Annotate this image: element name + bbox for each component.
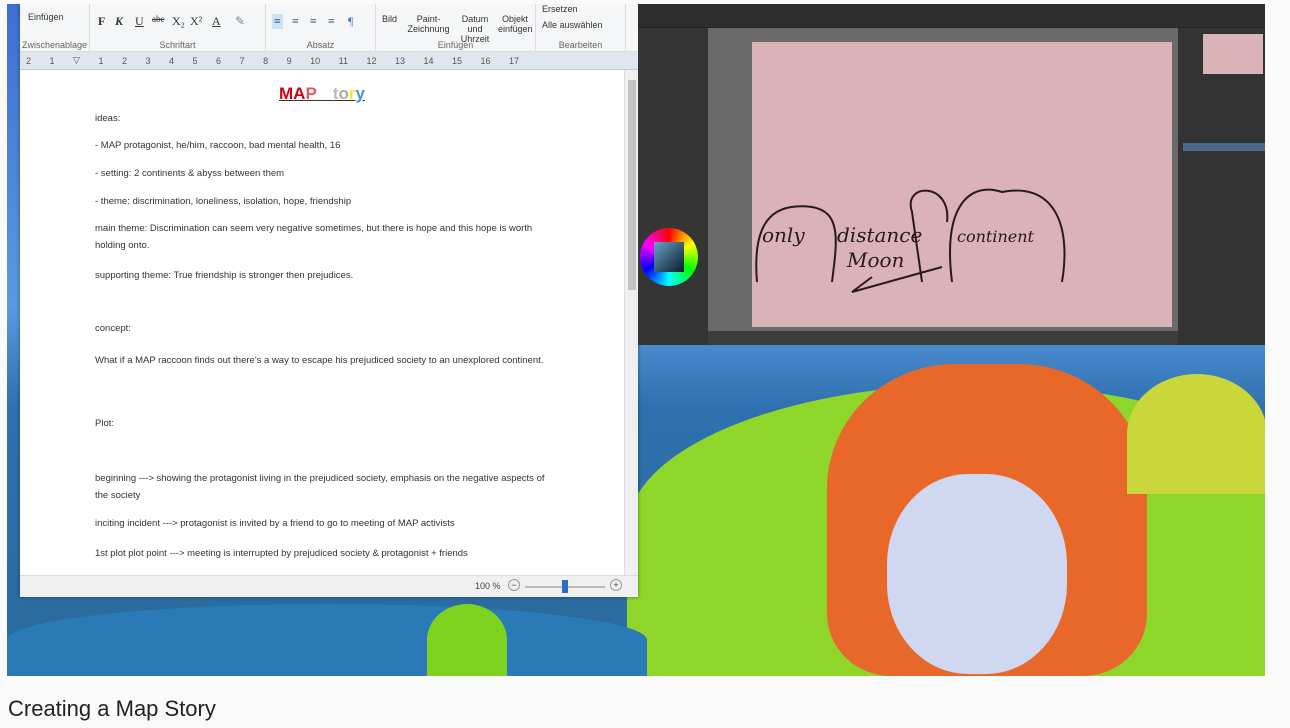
color-wheel[interactable] — [640, 228, 698, 286]
water — [7, 604, 647, 676]
ruler-mark: 2 — [121, 55, 127, 66]
group-label: Einfügen — [437, 40, 474, 50]
group-label: Bearbeiten — [558, 40, 603, 50]
tool-panel — [638, 28, 708, 345]
fox-face — [887, 474, 1067, 674]
strikethrough-button[interactable]: abc — [152, 14, 165, 24]
scrollbar-thumb[interactable] — [628, 80, 636, 290]
ruler-mark: 15 — [452, 55, 463, 66]
align-right-icon[interactable]: ≡ — [310, 14, 317, 29]
video-caption[interactable]: Creating a Map Story — [8, 696, 216, 722]
ruler-mark: 7 — [239, 55, 245, 66]
document-paragraph: What if a MAP raccoon finds out there's … — [95, 355, 544, 366]
paragraph-group: ≡ ≡ ≡ ≡ ¶ Absatz — [266, 4, 376, 52]
ruler-mark: 14 — [423, 55, 434, 66]
ruler-mark: 6 — [216, 55, 222, 66]
paint-drawing-button[interactable]: Paint-Zeichnung — [406, 14, 451, 34]
document-paragraph: concept: — [95, 323, 131, 334]
highlight-icon[interactable]: ✎ — [235, 14, 245, 29]
align-left-icon[interactable]: ≡ — [272, 14, 283, 29]
sketch-word: distance — [837, 223, 922, 247]
edit-group: Ersetzen Alle auswählen Bearbeiten — [536, 4, 626, 52]
insert-object-button[interactable]: Objekt einfügen — [498, 14, 533, 34]
document-title: MAP Story — [278, 84, 366, 103]
zoom-out-button[interactable]: − — [508, 579, 520, 591]
clipboard-group: Einfügen Zwischenablage — [20, 4, 90, 52]
document-paragraph: beginning ---> showing the protagonist l… — [95, 473, 545, 501]
navigator-preview — [1203, 34, 1263, 74]
sketch-word: Moon — [846, 248, 904, 272]
ruler-mark: 2 — [26, 55, 32, 66]
document-paragraph: - MAP protagonist, he/him, raccoon, bad … — [95, 140, 341, 151]
sketch-word: continent — [957, 227, 1035, 246]
picture-button[interactable]: Bild — [382, 14, 397, 24]
ruler-mark: 11 — [338, 55, 348, 66]
video-thumbnail[interactable]: Einfügen Zwischenablage F K U abc X₂ X² … — [7, 4, 1265, 676]
underline-button[interactable]: U — [135, 14, 144, 29]
tree — [1127, 374, 1265, 494]
ruler-mark: ▽ — [73, 55, 80, 65]
document-body[interactable]: MAP Story ideas: - MAP protagonist, he/hi… — [20, 70, 624, 575]
italic-button[interactable]: K — [115, 14, 123, 29]
ruler-mark: 9 — [286, 55, 292, 66]
font-group: F K U abc X₂ X² A ✎ Schriftart — [90, 4, 266, 52]
ribbon: Einfügen Zwischenablage F K U abc X₂ X² … — [20, 4, 638, 52]
vertical-scrollbar[interactable] — [624, 70, 638, 575]
ruler-mark: 1 — [98, 55, 104, 66]
ruler-mark: 3 — [145, 55, 151, 66]
ruler-mark: 16 — [480, 55, 491, 66]
subscript-button[interactable]: X₂ — [172, 14, 185, 29]
ruler-mark: 4 — [169, 55, 175, 66]
sketch: only distance continent Moon — [755, 188, 1066, 293]
drawing-toolbar — [638, 4, 1265, 28]
sketch-word: only — [762, 223, 805, 247]
status-bar: 100 % − + — [20, 575, 638, 597]
ruler-mark: 12 — [366, 55, 377, 66]
layer-row-selected[interactable] — [1183, 143, 1265, 151]
document-paragraph: supporting theme: True friendship is str… — [95, 270, 354, 281]
document-paragraph: - setting: 2 continents & abyss between … — [95, 168, 285, 179]
document-paragraph: ideas: — [95, 113, 121, 124]
group-label: Schriftart — [159, 40, 196, 50]
layers-panel — [1178, 28, 1265, 345]
align-center-icon[interactable]: ≡ — [292, 14, 299, 29]
document-paragraph: main theme: Discrimination can seem very… — [95, 223, 533, 251]
justify-icon[interactable]: ≡ — [328, 14, 335, 29]
zoom-level: 100 % — [475, 581, 501, 591]
document-paragraph: - theme: discrimination, loneliness, iso… — [95, 196, 352, 207]
ruler-mark: 8 — [263, 55, 269, 66]
document-paragraph: Plot: — [95, 418, 115, 429]
ruler-mark: 10 — [310, 55, 321, 66]
wordpad-window[interactable]: Einfügen Zwischenablage F K U abc X₂ X² … — [20, 4, 638, 597]
font-color-button[interactable]: A — [212, 14, 221, 29]
paragraph-icon[interactable]: ¶ — [348, 14, 353, 29]
zoom-in-button[interactable]: + — [610, 579, 622, 591]
paste-button[interactable]: Einfügen — [28, 12, 64, 22]
replace-button[interactable]: Ersetzen — [542, 4, 578, 14]
zoom-slider-thumb[interactable] — [562, 580, 568, 593]
superscript-button[interactable]: X² — [190, 14, 202, 29]
bold-button[interactable]: F — [98, 14, 105, 29]
ruler-mark: 17 — [509, 55, 520, 66]
group-label: Absatz — [306, 40, 335, 50]
small-hill — [427, 604, 507, 676]
drawing-canvas[interactable]: only distance continent Moon — [752, 42, 1172, 327]
insert-group: Bild Paint-Zeichnung Datum und Uhrzeit O… — [376, 4, 536, 52]
group-label: Zwischenablage — [21, 40, 88, 50]
document-paragraph: inciting incident ---> protagonist is in… — [95, 518, 455, 529]
drawing-app-window[interactable]: only distance continent Moon — [638, 4, 1265, 345]
ruler[interactable]: 2 1 ▽ 1 2 3 4 5 6 7 8 9 10 11 12 13 14 15 16 17 — [20, 52, 638, 70]
ruler-mark: 1 — [49, 55, 55, 66]
document-paragraph: 1st plot plot point ---> meeting is inte… — [95, 548, 468, 559]
select-all-button[interactable]: Alle auswählen — [542, 20, 603, 30]
ruler-mark: 13 — [394, 55, 405, 66]
ruler-mark: 5 — [192, 55, 198, 66]
